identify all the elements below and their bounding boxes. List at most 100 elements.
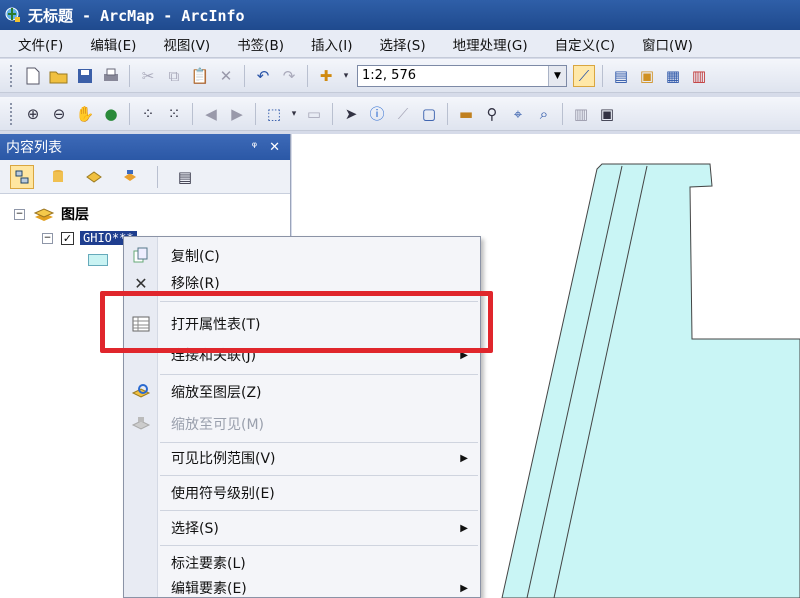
menu-view[interactable]: 视图(V)	[145, 34, 219, 54]
chevron-down-icon[interactable]: ▼	[548, 65, 566, 86]
print-icon[interactable]	[100, 65, 122, 87]
toolbar-separator	[307, 64, 308, 87]
tools-toolbar: ⊕ ⊖ ✋ ● ⁘ ⁙ ◀ ▶ ⬚ ▾ ▭ ➤ ⓘ ⟋ ▢ ▬ ⚲ ⌖ ⌕ ▥ …	[0, 97, 800, 131]
layer-symbol-swatch[interactable]	[88, 254, 108, 266]
menu-item-use-symbol-levels[interactable]: 使用符号级别(E)	[124, 476, 480, 510]
menu-item-selection[interactable]: 选择(S) ▶	[124, 511, 480, 545]
delete-icon[interactable]: ✕	[215, 65, 237, 87]
toc-options-icon[interactable]: ▤	[173, 165, 197, 189]
editor-toolbar-icon[interactable]: ⟋	[573, 64, 595, 87]
toolbar-separator	[129, 102, 130, 125]
toolbar-separator	[562, 102, 563, 125]
menu-item-label: 编辑要素(E)	[171, 581, 247, 597]
cut-icon[interactable]: ✂	[137, 65, 159, 87]
list-by-selection-icon[interactable]	[118, 165, 142, 189]
tree-row-root: − 图层	[14, 204, 89, 224]
title-bar: 无标题 - ArcMap - ArcInfo	[0, 0, 800, 30]
menu-file[interactable]: 文件(F)	[0, 34, 72, 54]
list-by-drawing-order-icon[interactable]	[10, 164, 34, 189]
time-slider-icon[interactable]: ▥	[570, 103, 592, 125]
open-folder-icon[interactable]	[48, 65, 70, 87]
menu-item-visible-scale-range[interactable]: 可见比例范围(V) ▶	[124, 441, 480, 475]
add-data-dropdown-icon[interactable]: ▾	[341, 65, 351, 87]
select-dropdown-icon[interactable]: ▾	[289, 103, 299, 125]
menu-item-label: 移除(R)	[171, 276, 220, 292]
arctoolbox-icon[interactable]: ▥	[688, 65, 710, 87]
menu-edit[interactable]: 编辑(E)	[72, 34, 145, 54]
clear-selection-icon[interactable]: ▭	[303, 103, 325, 125]
toolbar-separator	[602, 64, 603, 87]
paste-icon[interactable]: 📋	[189, 65, 211, 87]
menu-insert[interactable]: 插入(I)	[293, 34, 362, 54]
menu-geoprocessing[interactable]: 地理处理(G)	[435, 34, 537, 54]
menu-item-label: 复制(C)	[171, 249, 220, 265]
zoom-layer-icon	[124, 383, 158, 401]
menu-item-label-features[interactable]: 标注要素(L)	[124, 546, 480, 580]
html-popup-icon[interactable]: ▢	[418, 103, 440, 125]
new-document-icon[interactable]	[22, 65, 44, 87]
hyperlink-icon[interactable]: ⟋	[392, 103, 414, 125]
select-elements-arrow-icon[interactable]: ➤	[340, 103, 362, 125]
measure-icon[interactable]: ▬	[455, 103, 477, 125]
search-window-icon[interactable]: ▦	[662, 65, 684, 87]
menu-windows[interactable]: 窗口(W)	[624, 34, 702, 54]
toolbar-grip[interactable]	[10, 64, 14, 87]
submenu-arrow-icon: ▶	[460, 452, 468, 464]
pan-hand-icon[interactable]: ✋	[74, 103, 96, 125]
menu-item-label: 缩放至可见(M)	[171, 417, 265, 433]
highlight-annotation-box	[100, 291, 493, 353]
menu-customize[interactable]: 自定义(C)	[537, 34, 624, 54]
viewer-window-icon[interactable]: ▣	[596, 103, 618, 125]
forward-arrow-icon[interactable]: ▶	[226, 103, 248, 125]
identify-icon[interactable]: ⓘ	[366, 103, 388, 125]
layers-stack-icon	[33, 208, 55, 221]
pin-icon[interactable]: ᵠ	[252, 140, 257, 155]
full-extent-globe-icon[interactable]: ●	[100, 103, 122, 125]
list-by-visibility-icon[interactable]	[82, 165, 106, 189]
toc-title: 内容列表	[6, 140, 62, 156]
map-scale-value: 1:2, 576	[362, 68, 416, 83]
menu-bar: 文件(F) 编辑(E) 视图(V) 书签(B) 插入(I) 选择(S) 地理处理…	[0, 30, 800, 58]
map-scale-combobox[interactable]: 1:2, 576 ▼	[357, 64, 567, 87]
menu-bookmarks[interactable]: 书签(B)	[219, 34, 293, 54]
submenu-arrow-icon: ▶	[460, 582, 468, 594]
catalog-window-icon[interactable]: ▣	[636, 65, 658, 87]
remove-icon: ✕	[134, 273, 148, 293]
table-of-contents-icon[interactable]: ▤	[610, 65, 632, 87]
menu-item-edit-features[interactable]: 编辑要素(E) ▶	[124, 579, 480, 597]
window-title: 无标题 - ArcMap - ArcInfo	[28, 6, 245, 25]
menu-item-label: 使用符号级别(E)	[171, 486, 275, 502]
menu-item-zoom-to-visible[interactable]: 缩放至可见(M)	[124, 407, 480, 441]
root-layer-label[interactable]: 图层	[61, 204, 89, 224]
select-features-icon[interactable]: ⬚	[263, 103, 285, 125]
zoom-out-icon[interactable]: ⊖	[48, 103, 70, 125]
toc-header: 内容列表 ᵠ ✕	[0, 134, 290, 160]
collapse-icon[interactable]: −	[14, 208, 25, 220]
menu-item-zoom-to-layer[interactable]: 缩放至图层(Z)	[124, 375, 480, 409]
fixed-zoom-in-icon[interactable]: ⁘	[137, 103, 159, 125]
close-icon[interactable]: ✕	[269, 140, 280, 155]
undo-icon[interactable]: ↶	[252, 65, 274, 87]
zoom-in-icon[interactable]: ⊕	[22, 103, 44, 125]
menu-item-copy[interactable]: 复制(C)	[124, 239, 480, 273]
toolbar-grip[interactable]	[10, 102, 14, 125]
menu-selection[interactable]: 选择(S)	[361, 34, 434, 54]
add-data-icon[interactable]: ✚	[315, 65, 337, 87]
go-to-xy-icon[interactable]: ⌕	[533, 103, 555, 125]
back-arrow-icon[interactable]: ◀	[200, 103, 222, 125]
layer-visibility-checkbox[interactable]: ✓	[61, 231, 74, 245]
collapse-icon[interactable]: −	[42, 232, 53, 244]
find-binoculars-icon[interactable]: ⚲	[481, 103, 503, 125]
copy-icon[interactable]: ⧉	[163, 65, 185, 87]
redo-icon[interactable]: ↷	[278, 65, 300, 87]
save-icon[interactable]	[74, 65, 96, 87]
tree-row-symbol	[88, 250, 108, 270]
menu-item-label: 选择(S)	[171, 521, 219, 537]
polygon-feature	[501, 163, 800, 598]
submenu-arrow-icon: ▶	[460, 522, 468, 534]
find-route-icon[interactable]: ⌖	[507, 103, 529, 125]
toolbar-separator	[244, 64, 245, 87]
fixed-zoom-out-icon[interactable]: ⁙	[163, 103, 185, 125]
zoom-visible-icon	[124, 415, 158, 433]
list-by-source-icon[interactable]	[46, 165, 70, 189]
